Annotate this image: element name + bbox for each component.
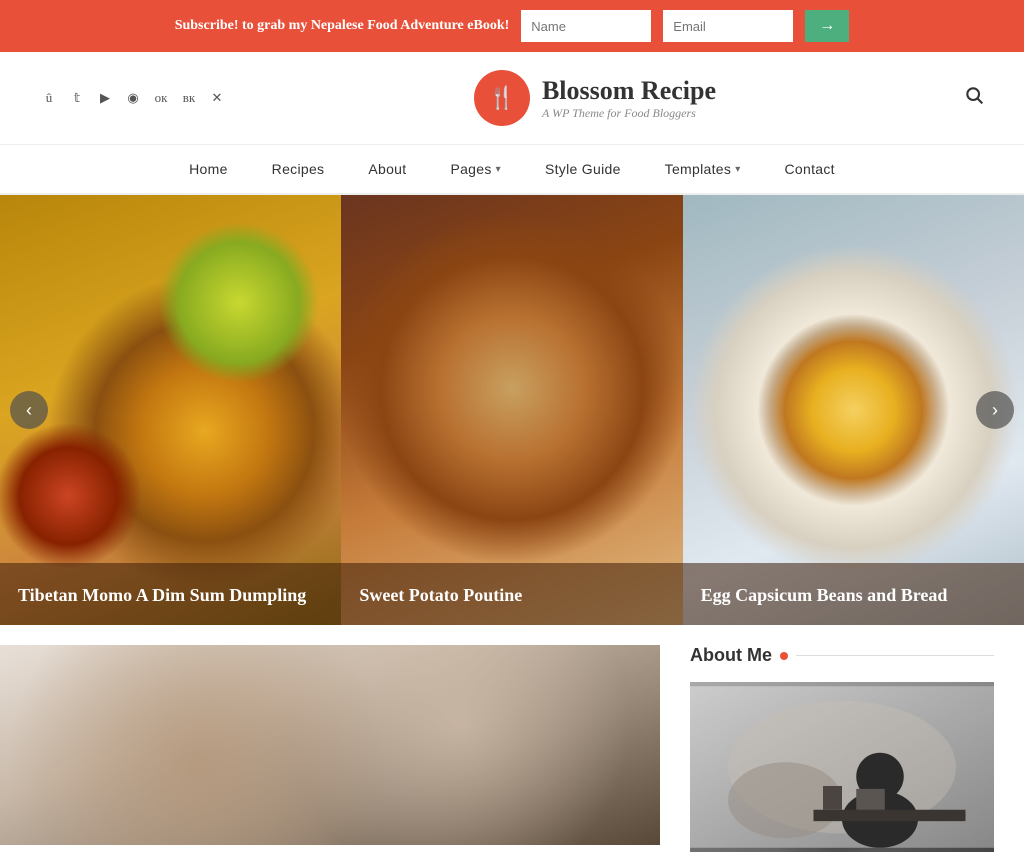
about-me-dot	[780, 652, 788, 660]
nav-home-label: Home	[189, 161, 228, 177]
nav-about-label: About	[368, 161, 406, 177]
banner-text: Subscribe! to grab my Nepalese Food Adve…	[175, 18, 510, 34]
nav-item-pages[interactable]: Pages ▾	[428, 145, 523, 193]
youtube-icon[interactable]: ▶	[96, 89, 114, 107]
nav-templates-label: Templates	[665, 161, 732, 177]
image-slider: ‹ Tibetan Momo A Dim Sum Dumpling Sweet …	[0, 195, 1024, 625]
nav-item-templates[interactable]: Templates ▾	[643, 145, 763, 193]
nav-item-contact[interactable]: Contact	[763, 145, 857, 193]
about-me-divider	[796, 655, 994, 656]
vk-icon[interactable]: вк	[180, 89, 198, 107]
about-me-header: About Me	[690, 645, 994, 666]
facebook-icon[interactable]: û	[40, 89, 58, 107]
odnoklassniki-icon[interactable]: ок	[152, 89, 170, 107]
bottom-content: About Me	[0, 625, 1024, 852]
banner-name-input[interactable]	[521, 10, 651, 42]
nav-item-recipes[interactable]: Recipes	[250, 145, 347, 193]
pages-chevron-icon: ▾	[496, 164, 501, 175]
featured-post-image[interactable]	[0, 645, 660, 845]
templates-chevron-icon: ▾	[735, 164, 740, 175]
nav-recipes-label: Recipes	[272, 161, 325, 177]
slider-next-button[interactable]: ›	[976, 391, 1014, 429]
slider-prev-button[interactable]: ‹	[10, 391, 48, 429]
search-button[interactable]	[964, 85, 984, 111]
slide-1-title: Tibetan Momo A Dim Sum Dumpling	[18, 583, 323, 607]
site-header: û 𝕥 ▶ ◉ ок вк ✕ 🍴 Blossom Recipe A WP Th…	[0, 52, 1024, 145]
site-tagline: A WP Theme for Food Bloggers	[542, 106, 716, 121]
slide-2: Sweet Potato Poutine	[341, 195, 682, 625]
banner-submit-button[interactable]: →	[805, 10, 849, 42]
about-me-title: About Me	[690, 645, 772, 666]
slide-3-caption: Egg Capsicum Beans and Bread	[683, 563, 1024, 625]
slide-3: Egg Capsicum Beans and Bread	[683, 195, 1024, 625]
logo-text-block: Blossom Recipe A WP Theme for Food Blogg…	[542, 76, 716, 121]
about-me-image	[690, 682, 994, 852]
nav-style-guide-label: Style Guide	[545, 161, 621, 177]
slide-2-title: Sweet Potato Poutine	[359, 583, 664, 607]
slide-3-title: Egg Capsicum Beans and Bread	[701, 583, 1006, 607]
banner-email-input[interactable]	[663, 10, 793, 42]
logo-icon: 🍴	[474, 70, 530, 126]
nav-pages-label: Pages	[450, 161, 491, 177]
nav-item-home[interactable]: Home	[167, 145, 250, 193]
nav-item-about[interactable]: About	[346, 145, 428, 193]
navigation-bar: Home Recipes About Pages ▾ Style Guide T…	[0, 145, 1024, 195]
top-banner: Subscribe! to grab my Nepalese Food Adve…	[0, 0, 1024, 52]
nav-contact-label: Contact	[785, 161, 835, 177]
main-nav: Home Recipes About Pages ▾ Style Guide T…	[167, 145, 857, 193]
sidebar: About Me	[660, 645, 1024, 852]
slide-2-caption: Sweet Potato Poutine	[341, 563, 682, 625]
site-name: Blossom Recipe	[542, 76, 716, 106]
nav-item-style-guide[interactable]: Style Guide	[523, 145, 643, 193]
slide-1: Tibetan Momo A Dim Sum Dumpling	[0, 195, 341, 625]
xing-icon[interactable]: ✕	[208, 89, 226, 107]
instagram-icon[interactable]: ◉	[124, 89, 142, 107]
slide-1-caption: Tibetan Momo A Dim Sum Dumpling	[0, 563, 341, 625]
site-logo[interactable]: 🍴 Blossom Recipe A WP Theme for Food Blo…	[474, 70, 716, 126]
twitter-icon[interactable]: 𝕥	[68, 89, 86, 107]
social-icons-bar: û 𝕥 ▶ ◉ ок вк ✕	[40, 89, 226, 107]
